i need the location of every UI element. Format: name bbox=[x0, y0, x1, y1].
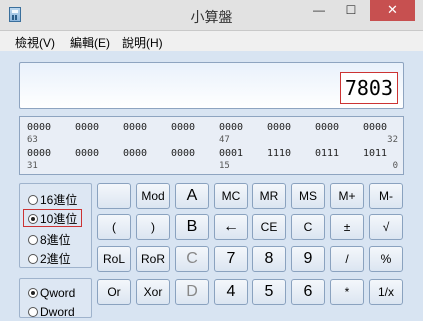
display-panel: 7803 bbox=[19, 62, 404, 109]
radio-dword-icon bbox=[28, 307, 38, 317]
radio-hex-label: 16進位 bbox=[40, 193, 78, 207]
xor-key[interactable]: Xor bbox=[136, 279, 170, 305]
bit-nibble: 0000 bbox=[267, 122, 292, 133]
radio-qword[interactable]: Qword bbox=[28, 286, 75, 302]
radio-oct-icon bbox=[28, 235, 38, 245]
radio-hex-icon bbox=[28, 195, 38, 205]
radio-dec-label: 10進位 bbox=[40, 212, 78, 226]
bit-position: 0 bbox=[392, 161, 398, 171]
blank-key bbox=[97, 183, 131, 209]
radio-oct-label: 8進位 bbox=[40, 233, 71, 247]
bit-nibble: 0111 bbox=[315, 148, 340, 159]
bit-position: 15 bbox=[219, 161, 230, 171]
divide-key[interactable]: / bbox=[330, 246, 364, 272]
bit-position: 47 bbox=[219, 135, 230, 145]
radio-qword-icon bbox=[28, 288, 38, 298]
minimize-button[interactable]: — bbox=[306, 0, 332, 21]
bit-nibble: 0000 bbox=[75, 148, 100, 159]
radio-bin[interactable]: 2進位 bbox=[28, 250, 71, 266]
negate-key[interactable]: ± bbox=[330, 214, 364, 240]
bit-nibble: 0000 bbox=[123, 148, 148, 159]
bit-nibble: 0000 bbox=[363, 122, 388, 133]
menu-view[interactable]: 檢視(V) bbox=[15, 34, 55, 51]
digit-8-key[interactable]: 8 bbox=[252, 246, 286, 272]
bit-nibble: 1110 bbox=[267, 148, 292, 159]
m-plus-key[interactable]: M+ bbox=[330, 183, 364, 209]
bit-nibble: 0000 bbox=[75, 122, 100, 133]
radio-bin-label: 2進位 bbox=[40, 252, 71, 266]
bit-position: 31 bbox=[27, 161, 38, 171]
radio-qword-label: Qword bbox=[40, 286, 76, 300]
radio-bin-icon bbox=[28, 254, 38, 264]
ror-key[interactable]: RoR bbox=[136, 246, 170, 272]
mc-key[interactable]: MC bbox=[214, 183, 248, 209]
hex-b-key[interactable]: B bbox=[175, 214, 209, 240]
clear-key[interactable]: C bbox=[291, 214, 325, 240]
open-paren-key[interactable]: ( bbox=[97, 214, 131, 240]
bit-nibble: 0000 bbox=[171, 148, 196, 159]
bit-position: 32 bbox=[387, 135, 398, 145]
title-bar: 小算盤 — ☐ ✕ bbox=[0, 0, 423, 31]
bit-nibble: 0000 bbox=[27, 148, 52, 159]
percent-key[interactable]: % bbox=[369, 246, 403, 272]
bit-nibble: 1011 bbox=[363, 148, 388, 159]
menu-bar: 檢視(V) 編輯(E) 說明(H) bbox=[0, 31, 423, 51]
hex-d-key[interactable]: D bbox=[175, 279, 209, 305]
digit-7-key[interactable]: 7 bbox=[214, 246, 248, 272]
bit-nibble: 0001 bbox=[219, 148, 244, 159]
bit-nibble: 0000 bbox=[27, 122, 52, 133]
ce-key[interactable]: CE bbox=[252, 214, 286, 240]
bit-nibble: 0000 bbox=[171, 122, 196, 133]
bit-nibble: 0000 bbox=[315, 122, 340, 133]
maximize-button[interactable]: ☐ bbox=[338, 0, 364, 21]
bit-nibble: 0000 bbox=[219, 122, 244, 133]
menu-help[interactable]: 說明(H) bbox=[122, 34, 163, 51]
radio-oct[interactable]: 8進位 bbox=[28, 231, 71, 247]
radio-dword[interactable]: Dword bbox=[28, 305, 75, 321]
backspace-key[interactable]: ← bbox=[214, 214, 248, 240]
close-button[interactable]: ✕ bbox=[370, 0, 415, 21]
radio-dec-icon bbox=[28, 214, 38, 224]
radio-hex[interactable]: 16進位 bbox=[28, 191, 77, 207]
word-size-group: Qword Dword bbox=[19, 278, 92, 321]
digit-9-key[interactable]: 9 bbox=[291, 246, 325, 272]
rol-key[interactable]: RoL bbox=[97, 246, 131, 272]
reciprocal-key[interactable]: 1/x bbox=[369, 279, 403, 305]
digit-4-key[interactable]: 4 bbox=[214, 279, 248, 305]
close-paren-key[interactable]: ) bbox=[136, 214, 170, 240]
or-key[interactable]: Or bbox=[97, 279, 131, 305]
radio-dec[interactable]: 10進位 bbox=[23, 209, 83, 227]
bit-display: 0000 0000 0000 0000 0000 0000 0000 0000 … bbox=[19, 116, 404, 175]
mr-key[interactable]: MR bbox=[252, 183, 286, 209]
mod-key[interactable]: Mod bbox=[136, 183, 170, 209]
digit-5-key[interactable]: 5 bbox=[252, 279, 286, 305]
multiply-key[interactable]: * bbox=[330, 279, 364, 305]
menu-edit[interactable]: 編輯(E) bbox=[70, 34, 110, 51]
ms-key[interactable]: MS bbox=[291, 183, 325, 209]
m-minus-key[interactable]: M- bbox=[369, 183, 403, 209]
bit-nibble: 0000 bbox=[123, 122, 148, 133]
display-value: 7803 bbox=[339, 72, 398, 104]
bit-position: 63 bbox=[27, 135, 38, 145]
radio-dword-label: Dword bbox=[40, 305, 75, 319]
sqrt-key[interactable]: √ bbox=[369, 214, 403, 240]
hex-c-key[interactable]: C bbox=[175, 246, 209, 272]
digit-6-key[interactable]: 6 bbox=[291, 279, 325, 305]
hex-a-key[interactable]: A bbox=[175, 183, 209, 209]
number-base-group: 16進位 10進位 8進位 2進位 bbox=[19, 183, 92, 268]
